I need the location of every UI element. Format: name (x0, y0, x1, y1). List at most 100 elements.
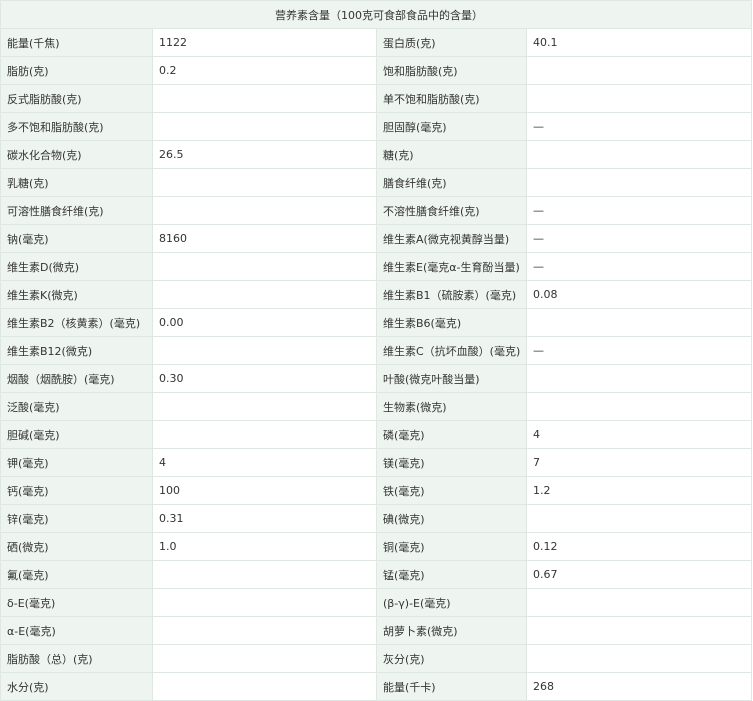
nutrient-value: 0.2 (152, 56, 377, 85)
nutrient-label: 钙(毫克) (0, 476, 153, 505)
table-row: 反式脂肪酸(克) 单不饱和脂肪酸(克) (0, 84, 752, 113)
nutrient-label: 水分(克) (0, 672, 153, 701)
nutrient-value (152, 280, 377, 309)
nutrient-label: 膳食纤维(克) (376, 168, 527, 197)
nutrient-label: 不溶性膳食纤维(克) (376, 196, 527, 225)
nutrient-label: 脂肪(克) (0, 56, 153, 85)
nutrient-value (152, 560, 377, 589)
nutrient-value: 0.12 (526, 532, 752, 561)
nutrient-value (152, 672, 377, 701)
nutrient-label: 维生素A(微克视黄醇当量) (376, 224, 527, 253)
nutrient-value: 0.31 (152, 504, 377, 533)
nutrient-value (526, 392, 752, 421)
nutrient-value (526, 504, 752, 533)
table-row: 胆碱(毫克) 磷(毫克) 4 (0, 420, 752, 449)
table-row: 能量(千焦) 1122 蛋白质(克) 40.1 (0, 28, 752, 57)
table-row: 钾(毫克) 4 镁(毫克) 7 (0, 448, 752, 477)
nutrient-value (526, 364, 752, 393)
table-row: 维生素B12(微克) 维生素C（抗坏血酸）(毫克) — (0, 336, 752, 365)
nutrient-label: 钾(毫克) (0, 448, 153, 477)
nutrient-label: α-E(毫克) (0, 616, 153, 645)
nutrient-label: 能量(千焦) (0, 28, 153, 57)
nutrient-label: 生物素(微克) (376, 392, 527, 421)
nutrient-value: — (526, 252, 752, 281)
nutrient-label: 维生素B6(毫克) (376, 308, 527, 337)
nutrient-value (152, 336, 377, 365)
table-row: δ-E(毫克) (β-γ)-E(毫克) (0, 588, 752, 617)
nutrition-table: 营养素含量（100克可食部食品中的含量） 能量(千焦) 1122 蛋白质(克) 40.… (0, 0, 752, 701)
nutrient-label: 铁(毫克) (376, 476, 527, 505)
nutrient-value (152, 644, 377, 673)
nutrient-label: 磷(毫克) (376, 420, 527, 449)
nutrient-label: 铜(毫克) (376, 532, 527, 561)
nutrient-value (152, 588, 377, 617)
nutrient-label: 碳水化合物(克) (0, 140, 153, 169)
nutrient-value: 0.00 (152, 308, 377, 337)
table-row: 脂肪(克) 0.2 饱和脂肪酸(克) (0, 56, 752, 85)
nutrient-label: 镁(毫克) (376, 448, 527, 477)
nutrient-label: 能量(千卡) (376, 672, 527, 701)
nutrient-value (526, 84, 752, 113)
nutrient-value: 0.30 (152, 364, 377, 393)
table-row: 烟酸（烟酰胺）(毫克) 0.30 叶酸(微克叶酸当量) (0, 364, 752, 393)
nutrient-value (152, 168, 377, 197)
nutrient-value: 1122 (152, 28, 377, 57)
nutrient-label: 维生素E(毫克α-生育酚当量) (376, 252, 527, 281)
nutrient-label: 多不饱和脂肪酸(克) (0, 112, 153, 141)
nutrient-label: 维生素C（抗坏血酸）(毫克) (376, 336, 527, 365)
nutrient-value (526, 644, 752, 673)
nutrient-label: 维生素K(微克) (0, 280, 153, 309)
table-header-row: 营养素含量（100克可食部食品中的含量） (0, 0, 752, 29)
table-row: 脂肪酸（总）(克) 灰分(克) (0, 644, 752, 673)
nutrient-value: 4 (152, 448, 377, 477)
nutrient-label: 灰分(克) (376, 644, 527, 673)
nutrient-value: 1.2 (526, 476, 752, 505)
nutrient-value (526, 308, 752, 337)
nutrient-value (152, 616, 377, 645)
nutrient-value (526, 140, 752, 169)
nutrient-label: 碘(微克) (376, 504, 527, 533)
table-row: 多不饱和脂肪酸(克) 胆固醇(毫克) — (0, 112, 752, 141)
table-row: 乳糖(克) 膳食纤维(克) (0, 168, 752, 197)
nutrient-value: 4 (526, 420, 752, 449)
nutrient-value: 7 (526, 448, 752, 477)
nutrient-label: 叶酸(微克叶酸当量) (376, 364, 527, 393)
nutrient-value: — (526, 336, 752, 365)
nutrient-label: 钠(毫克) (0, 224, 153, 253)
nutrient-label: 胆固醇(毫克) (376, 112, 527, 141)
table-body: 能量(千焦) 1122 蛋白质(克) 40.1 脂肪(克) 0.2 饱和脂肪酸(克) 反式脂肪… (0, 28, 752, 701)
table-row: 水分(克) 能量(千卡) 268 (0, 672, 752, 701)
nutrient-value: 100 (152, 476, 377, 505)
nutrient-label: 维生素B12(微克) (0, 336, 153, 365)
nutrient-label: 维生素D(微克) (0, 252, 153, 281)
nutrient-value: 0.67 (526, 560, 752, 589)
nutrient-label: 硒(微克) (0, 532, 153, 561)
table-row: 钙(毫克) 100 铁(毫克) 1.2 (0, 476, 752, 505)
nutrient-label: 锰(毫克) (376, 560, 527, 589)
nutrient-value (152, 84, 377, 113)
nutrient-label: 烟酸（烟酰胺）(毫克) (0, 364, 153, 393)
nutrient-label: 泛酸(毫克) (0, 392, 153, 421)
table-row: 可溶性膳食纤维(克) 不溶性膳食纤维(克) — (0, 196, 752, 225)
nutrient-label: 饱和脂肪酸(克) (376, 56, 527, 85)
nutrient-value: 26.5 (152, 140, 377, 169)
table-row: 氟(毫克) 锰(毫克) 0.67 (0, 560, 752, 589)
nutrient-label: 单不饱和脂肪酸(克) (376, 84, 527, 113)
nutrient-value: — (526, 196, 752, 225)
nutrient-label: 可溶性膳食纤维(克) (0, 196, 153, 225)
table-row: 钠(毫克) 8160 维生素A(微克视黄醇当量) — (0, 224, 752, 253)
nutrient-value (526, 168, 752, 197)
nutrition-table-container: 营养素含量（100克可食部食品中的含量） 能量(千焦) 1122 蛋白质(克) 40.… (0, 0, 752, 701)
nutrient-value: — (526, 224, 752, 253)
nutrient-value (526, 56, 752, 85)
nutrient-label: 蛋白质(克) (376, 28, 527, 57)
nutrient-value: 0.08 (526, 280, 752, 309)
nutrient-label: 乳糖(克) (0, 168, 153, 197)
nutrient-label: δ-E(毫克) (0, 588, 153, 617)
table-row: 泛酸(毫克) 生物素(微克) (0, 392, 752, 421)
nutrient-label: 反式脂肪酸(克) (0, 84, 153, 113)
table-row: 维生素K(微克) 维生素B1（硫胺素）(毫克) 0.08 (0, 280, 752, 309)
nutrient-label: 维生素B2（核黄素）(毫克) (0, 308, 153, 337)
nutrient-value (152, 252, 377, 281)
nutrient-value (152, 112, 377, 141)
